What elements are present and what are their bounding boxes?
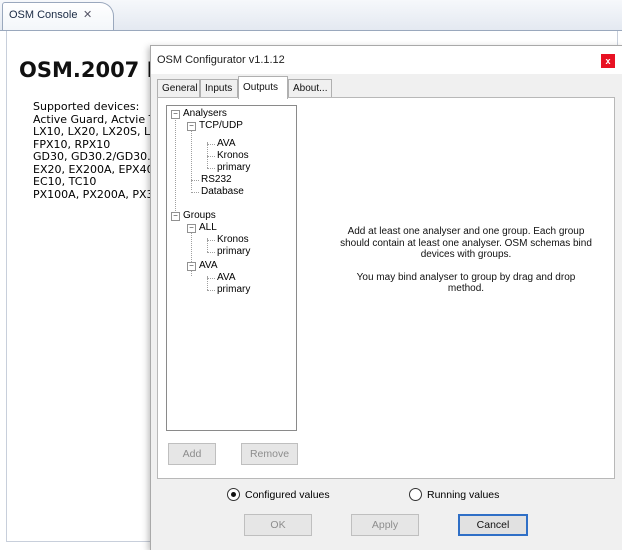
dialog-tab-strip: General Inputs Outputs About... — [157, 76, 617, 99]
help-paragraph: You may bind analyser to group by drag a… — [356, 271, 576, 295]
tree-connector — [207, 168, 215, 169]
tree-connector — [175, 118, 176, 213]
tree-connector — [207, 252, 215, 253]
tab-inputs[interactable]: Inputs — [200, 79, 238, 98]
close-icon[interactable]: x — [601, 54, 615, 68]
radio-selected-icon — [227, 488, 240, 501]
dialog-title: OSM Configurator v1.1.12 — [157, 54, 285, 66]
device-line: Supported devices: — [33, 100, 140, 113]
device-line: PX100A, PX200A, PX3 — [33, 187, 154, 201]
device-line: EC10, TC10 — [33, 175, 97, 188]
remove-button[interactable]: Remove — [241, 443, 298, 465]
tree-connector — [207, 240, 215, 241]
collapse-icon[interactable]: − — [171, 212, 180, 221]
tree-item-ava[interactable]: AVA — [217, 138, 236, 150]
tab-about[interactable]: About... — [288, 79, 332, 98]
configured-values-label: Configured values — [245, 489, 330, 501]
cancel-button[interactable]: Cancel — [458, 514, 528, 536]
supported-devices-list: Supported devices: Active Guard, Actvie … — [33, 100, 158, 201]
tree-item-analysers[interactable]: Analysers — [183, 108, 227, 120]
tab-general[interactable]: General — [157, 79, 200, 98]
tree-connector — [207, 142, 208, 168]
tab-osm-console-label: OSM Console — [9, 9, 78, 21]
collapse-icon[interactable]: − — [187, 224, 196, 233]
radio-unselected-icon — [409, 488, 422, 501]
ok-button[interactable]: OK — [244, 514, 312, 536]
device-line: LX10, LX20, LX20S, LX — [33, 125, 158, 138]
osm-configurator-dialog: OSM Configurator v1.1.12 x General Input… — [150, 45, 622, 550]
tree-item-all-primary[interactable]: primary — [217, 246, 250, 258]
collapse-icon[interactable]: − — [171, 110, 180, 119]
tree-item-groups[interactable]: Groups — [183, 210, 216, 222]
outputs-help-text: Add at least one analyser and one group.… — [338, 226, 594, 306]
tree-connector — [191, 130, 192, 190]
tree-item-database[interactable]: Database — [201, 186, 244, 198]
tree-connector — [191, 192, 199, 193]
add-button[interactable]: Add — [168, 443, 216, 465]
tree-connector — [207, 278, 215, 279]
tree-item-all-kronos[interactable]: Kronos — [217, 234, 249, 246]
view-tab-bar: OSM Console ✕ — [0, 0, 622, 31]
collapse-icon[interactable]: − — [187, 262, 196, 271]
tree-connector — [191, 180, 199, 181]
close-icon[interactable]: ✕ — [83, 8, 92, 21]
tree-item-tcp-udp[interactable]: TCP/UDP — [199, 120, 243, 132]
tree-connector — [207, 290, 215, 291]
outputs-tree[interactable]: − Analysers − TCP/UDP AVA Kronos primary… — [166, 105, 297, 431]
tree-item-group-ava[interactable]: AVA — [199, 260, 218, 272]
help-paragraph: Add at least one analyser and one group.… — [340, 226, 592, 260]
tree-connector — [207, 156, 215, 157]
tree-connector — [207, 144, 215, 145]
tab-osm-console[interactable]: OSM Console ✕ — [2, 2, 114, 30]
tree-item-group-ava-ava[interactable]: AVA — [217, 272, 236, 284]
tree-item-primary[interactable]: primary — [217, 162, 250, 174]
collapse-icon[interactable]: − — [187, 122, 196, 131]
radio-dot — [231, 492, 236, 497]
running-values-label: Running values — [427, 489, 500, 501]
tree-item-all[interactable]: ALL — [199, 222, 217, 234]
tree-item-group-ava-primary[interactable]: primary — [217, 284, 250, 296]
outputs-panel: − Analysers − TCP/UDP AVA Kronos primary… — [157, 97, 615, 479]
tree-item-rs232[interactable]: RS232 — [201, 174, 232, 186]
dialog-titlebar[interactable]: OSM Configurator v1.1.12 x — [151, 46, 622, 74]
apply-button[interactable]: Apply — [351, 514, 419, 536]
device-line: GD30, GD30.2/GD30.3 — [33, 150, 158, 163]
tree-item-kronos[interactable]: Kronos — [217, 150, 249, 162]
tab-outputs[interactable]: Outputs — [238, 76, 288, 99]
